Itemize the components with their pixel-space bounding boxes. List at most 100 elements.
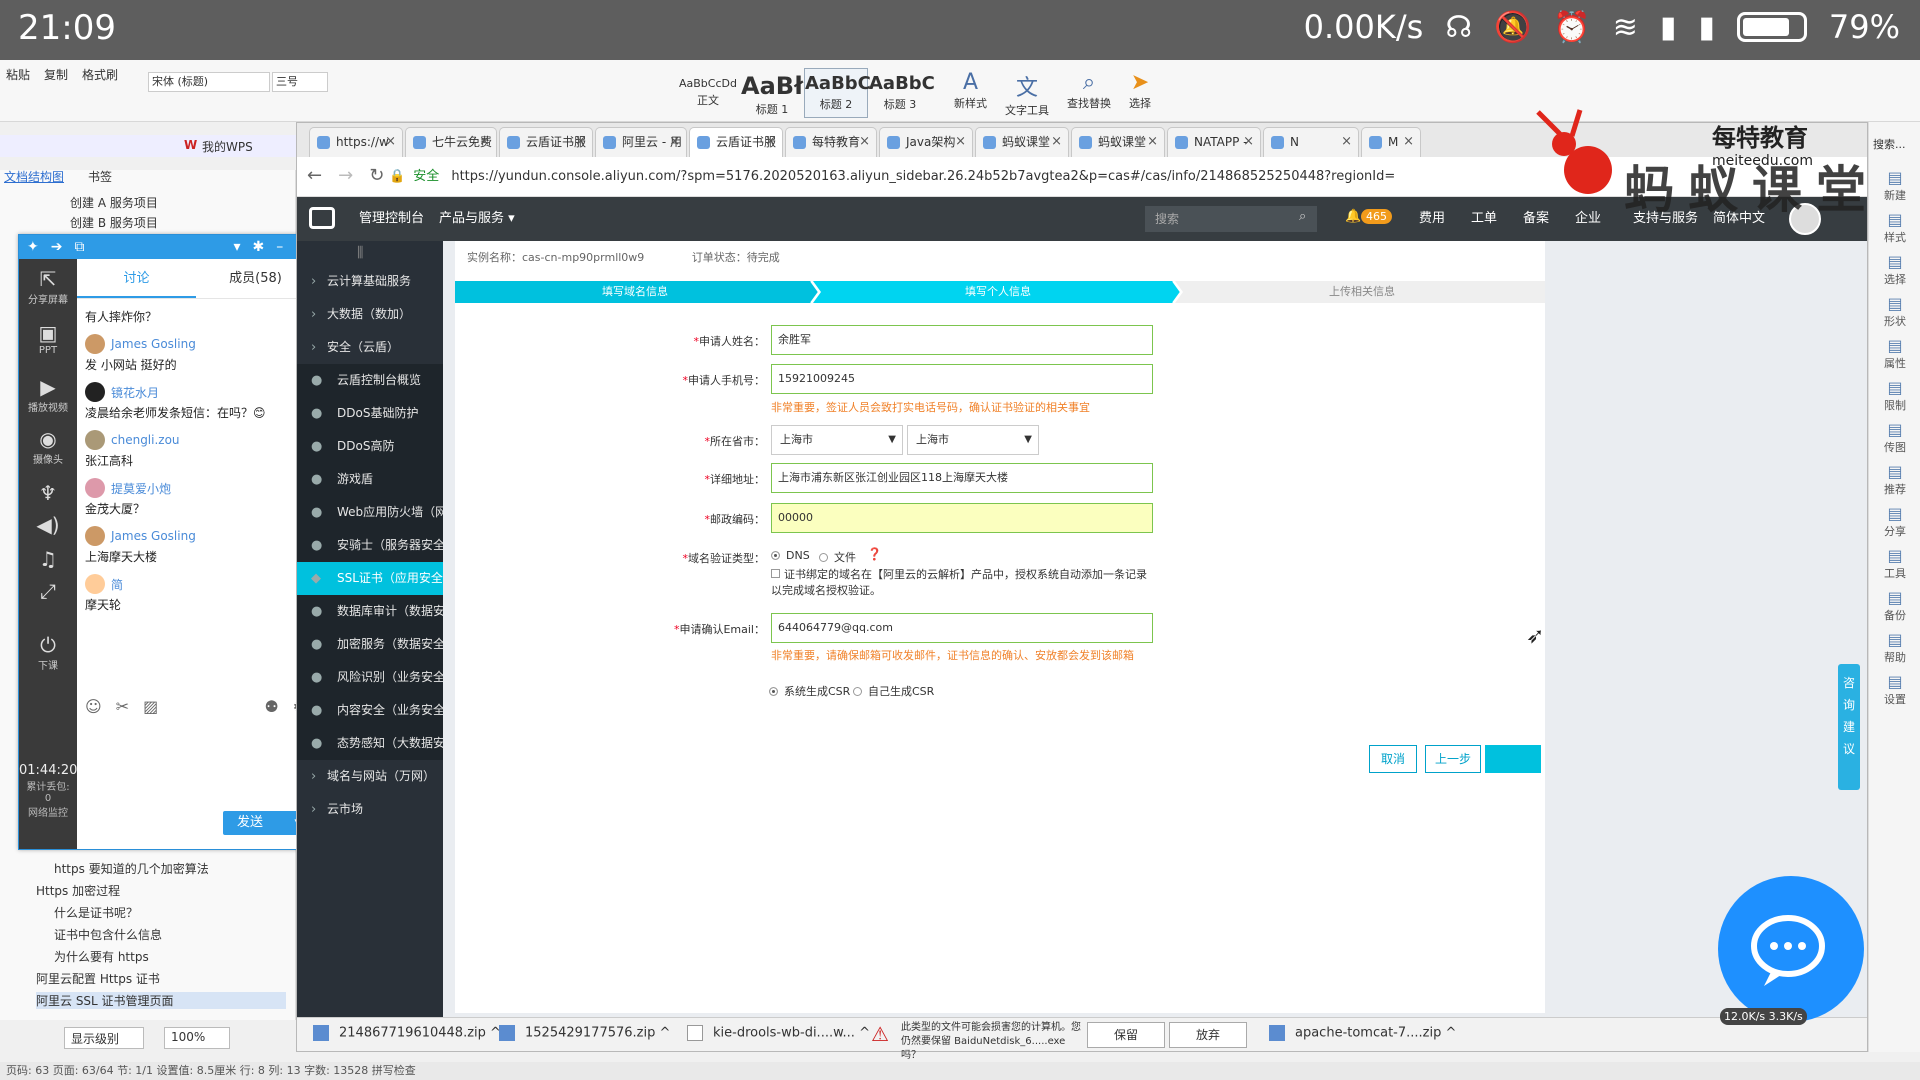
sidebar-group[interactable]: › 云市场 <box>297 793 443 826</box>
bell-icon[interactable]: 🔔 <box>1345 209 1361 224</box>
close-tab-icon[interactable]: × <box>385 128 396 156</box>
member-icon[interactable]: ⚉ <box>264 697 278 716</box>
sidebar-group[interactable]: › 安全（云盾） <box>297 331 443 364</box>
chevron-up-icon[interactable]: ^ <box>859 1026 870 1041</box>
doc-nav-item[interactable]: Https 加密过程 <box>36 882 120 899</box>
sidebar-item[interactable]: ● 内容安全（业务安全） <box>297 694 443 727</box>
camera-button[interactable]: ◉ 摄像头 <box>19 427 77 466</box>
settings-icon[interactable]: ✦ <box>27 239 39 255</box>
chevron-up-icon[interactable]: ^ <box>1446 1026 1457 1041</box>
doc-nav-item[interactable]: 阿里云配置 Https 证书 <box>36 970 160 987</box>
sidebar-item[interactable]: ● 数据库审计（数据安... <box>297 595 443 628</box>
doc-nav-item[interactable]: 为什么要有 https <box>54 948 149 965</box>
close-tab-icon[interactable]: × <box>1341 128 1352 156</box>
nav-fees[interactable]: 费用 <box>1419 197 1445 241</box>
font-select[interactable]: 宋体 (标题) <box>148 72 270 92</box>
download-item[interactable]: apache-tomcat-7....zip ^ <box>1269 1025 1456 1041</box>
browser-tab[interactable]: 蚂蚁课堂 × <box>1071 127 1165 157</box>
paste-button[interactable]: 粘贴 <box>6 66 30 83</box>
right-pane-item[interactable]: ▤ 选择 <box>1869 252 1920 287</box>
city-select[interactable]: 上海市 ▼ <box>907 425 1039 455</box>
sidebar-group[interactable]: › 云计算基础服务 <box>297 265 443 298</box>
forward-icon[interactable]: ➔ <box>51 239 63 255</box>
speaker-icon[interactable]: ◀) <box>19 513 77 537</box>
close-tab-icon[interactable]: × <box>669 128 680 156</box>
csr-system-radio[interactable]: 系统生成CSR <box>769 683 850 699</box>
close-tab-icon[interactable]: × <box>765 128 776 156</box>
emoji-icon[interactable]: ☺ <box>85 697 102 716</box>
right-pane-item[interactable]: ▤ 帮助 <box>1869 630 1920 665</box>
doc-nav-tab-bookmarks[interactable]: 书签 <box>88 168 112 185</box>
doc-nav-item[interactable]: 证书中包含什么信息 <box>54 926 162 943</box>
close-tab-icon[interactable]: × <box>1147 128 1158 156</box>
close-tab-icon[interactable]: × <box>1243 128 1254 156</box>
download-item[interactable]: 214867719610448.zip ^ <box>313 1025 501 1041</box>
scissors-icon[interactable]: ✂ <box>116 697 129 716</box>
fullscreen-icon[interactable]: ⤢ <box>19 579 77 603</box>
back-icon[interactable]: ← <box>307 165 322 186</box>
browser-tab[interactable]: https://w × <box>309 127 403 157</box>
sidebar-item[interactable]: ● 云盾控制台概览 <box>297 364 443 397</box>
sidebar-item[interactable]: ● 风险识别（业务安全） <box>297 661 443 694</box>
style-heading-2[interactable]: AaBbC 标题 2 <box>804 68 871 118</box>
chevron-up-icon[interactable]: ^ <box>659 1026 670 1041</box>
close-tab-icon[interactable]: × <box>1403 128 1414 156</box>
address-input[interactable]: 上海市浦东新区张江创业园区118上海摩天大楼 <box>771 463 1153 493</box>
browser-tab[interactable]: M × <box>1361 127 1421 157</box>
verify-dns-radio[interactable]: DNS <box>771 549 810 562</box>
aliyun-logo-icon[interactable] <box>309 207 335 229</box>
format-painter-button[interactable]: 格式刷 <box>82 66 118 83</box>
close-tab-icon[interactable]: × <box>479 128 490 156</box>
play-video-button[interactable]: ▶ 播放视频 <box>19 375 77 414</box>
search-icon[interactable]: ⌕ <box>1299 209 1306 224</box>
sidebar-group[interactable]: › 域名与网站（万网） <box>297 760 443 793</box>
download-item[interactable]: 1525429177576.zip ^ <box>499 1025 670 1041</box>
consult-button[interactable]: 咨询建议 <box>1838 664 1860 790</box>
sidebar-item[interactable]: ◆ SSL证书（应用安全） <box>297 562 443 595</box>
right-pane-item[interactable]: ▤ 工具 <box>1869 546 1920 581</box>
select-button[interactable]: ➤ 选择 <box>1129 70 1151 118</box>
share-icon[interactable]: ⧉ <box>74 239 84 255</box>
close-tab-icon[interactable]: × <box>575 128 586 156</box>
right-pane-item[interactable]: ▤ 设置 <box>1869 672 1920 707</box>
applicant-phone-input[interactable]: 15921009245 <box>771 364 1153 394</box>
sidebar-item[interactable]: ● 安骑士（服务器安全） <box>297 529 443 562</box>
close-tab-icon[interactable]: × <box>1051 128 1062 156</box>
help-icon[interactable]: ❓ <box>867 547 882 561</box>
end-class-button[interactable]: ⏻ 下课 <box>19 633 77 672</box>
doc-nav-item[interactable]: 创建 A 服务项目 <box>70 194 158 211</box>
sidebar-item[interactable]: ● Web应用防火墙（网... <box>297 496 443 529</box>
cancel-button[interactable]: 取消 <box>1369 745 1417 773</box>
console-link[interactable]: 管理控制台 <box>359 197 424 241</box>
search-input[interactable]: 搜索 <box>1145 206 1317 232</box>
forward-icon[interactable]: → <box>338 165 353 186</box>
chat-bubble-button[interactable] <box>1718 876 1864 1022</box>
right-pane-item[interactable]: ▤ 推荐 <box>1869 462 1920 497</box>
copy-button[interactable]: 复制 <box>44 66 68 83</box>
right-pane-item[interactable]: ▤ 属性 <box>1869 336 1920 371</box>
collapse-icon[interactable]: ⫼ <box>357 245 363 261</box>
ppt-button[interactable]: ▣ PPT <box>19 321 77 356</box>
sidebar-group[interactable]: › 大数据（数加） <box>297 298 443 331</box>
doc-nav-item[interactable]: 创建 B 服务项目 <box>70 214 158 231</box>
browser-tab[interactable]: 阿里云 - 用 × <box>595 127 687 157</box>
share-screen-button[interactable]: ⇱ 分享屏幕 <box>19 267 77 306</box>
auto-dns-checkbox[interactable]: 证书绑定的域名在【阿里云的云解析】产品中，授权系统自动添加一条记录以完成域名授权… <box>771 567 1155 599</box>
next-button[interactable] <box>1485 745 1541 773</box>
browser-tab[interactable]: 云盾证书服 × <box>499 127 593 157</box>
right-pane-item[interactable]: ▤ 备份 <box>1869 588 1920 623</box>
style-heading-3[interactable]: AaBbC 标题 3 <box>868 68 935 118</box>
nav-tickets[interactable]: 工单 <box>1471 197 1497 241</box>
minimize-icon[interactable]: – <box>276 239 283 255</box>
style-heading-1[interactable]: AaBł 标题 1 <box>740 68 804 118</box>
right-pane-item[interactable]: ▤ 分享 <box>1869 504 1920 539</box>
zip-input[interactable]: 00000 <box>771 503 1153 533</box>
verify-file-radio[interactable]: 文件 <box>819 549 856 565</box>
doc-nav-item-selected[interactable]: 阿里云 SSL 证书管理页面 <box>36 992 286 1009</box>
tab-discussion[interactable]: 讨论 <box>77 259 196 298</box>
browser-tab[interactable]: 云盾证书服 × <box>689 127 783 157</box>
pin-icon[interactable]: ✱ <box>253 239 265 255</box>
new-style-button[interactable]: A 新样式 <box>954 70 987 118</box>
sidebar-item[interactable]: ● DDoS基础防护 <box>297 397 443 430</box>
style-normal[interactable]: AaBbCcDd 正文 <box>676 68 740 118</box>
